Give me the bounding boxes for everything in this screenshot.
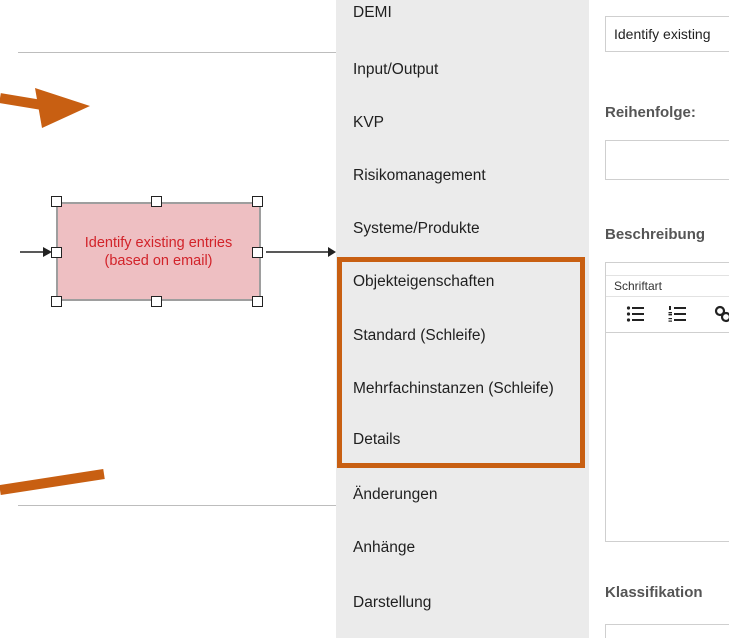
menu-item-kvp[interactable]: KVP [353, 114, 384, 132]
properties-form: Identify existing Reihenfolge: Beschreib… [589, 0, 729, 638]
resize-handle-w[interactable] [51, 247, 62, 258]
menu-item-darstellung[interactable]: Darstellung [353, 594, 431, 612]
resize-handle-e[interactable] [252, 247, 263, 258]
reihenfolge-input[interactable] [605, 140, 729, 180]
resize-handle-ne[interactable] [252, 196, 263, 207]
numbered-list-icon[interactable] [668, 305, 686, 328]
resize-handle-nw[interactable] [51, 196, 62, 207]
diagram-canvas[interactable]: Identify existing entries (based on emai… [0, 0, 336, 638]
annotation-arrow-bottom [0, 469, 105, 495]
name-input[interactable]: Identify existing [605, 16, 729, 52]
resize-handle-sw[interactable] [51, 296, 62, 307]
task-label-line2: (based on email) [104, 252, 213, 269]
menu-item-anhaenge[interactable]: Anhänge [353, 539, 415, 557]
menu-item-input-output[interactable]: Input/Output [353, 61, 438, 79]
menu-item-aenderungen[interactable]: Änderungen [353, 486, 437, 504]
sequence-flow-out-arrowhead [328, 247, 336, 257]
beschreibung-label: Beschreibung [605, 226, 706, 243]
klassifikation-label: Klassifikation [605, 584, 703, 601]
rich-text-editor[interactable]: Schriftart [605, 262, 729, 542]
menu-item-demi[interactable]: DEMI [353, 4, 392, 22]
bullet-list-icon[interactable] [626, 305, 644, 328]
task-label-line1: Identify existing entries [84, 234, 233, 251]
menu-item-systeme-produkte[interactable]: Systeme/Produkte [353, 220, 480, 238]
editor-toolbar: Schriftart [606, 263, 729, 333]
menu-item-risikomanagement[interactable]: Risikomanagement [353, 167, 486, 185]
annotation-arrowhead-top [35, 88, 90, 128]
font-family-select[interactable]: Schriftart [606, 275, 729, 297]
resize-handle-n[interactable] [151, 196, 162, 207]
annotation-highlight-box [337, 257, 585, 468]
klassifikation-input[interactable] [605, 624, 729, 638]
resize-handle-s[interactable] [151, 296, 162, 307]
link-icon[interactable] [714, 305, 729, 328]
canvas-overlay [0, 88, 336, 495]
reihenfolge-label: Reihenfolge: [605, 104, 696, 121]
resize-handle-se[interactable] [252, 296, 263, 307]
task-identify-existing-entries[interactable]: Identify existing entries (based on emai… [56, 202, 261, 301]
